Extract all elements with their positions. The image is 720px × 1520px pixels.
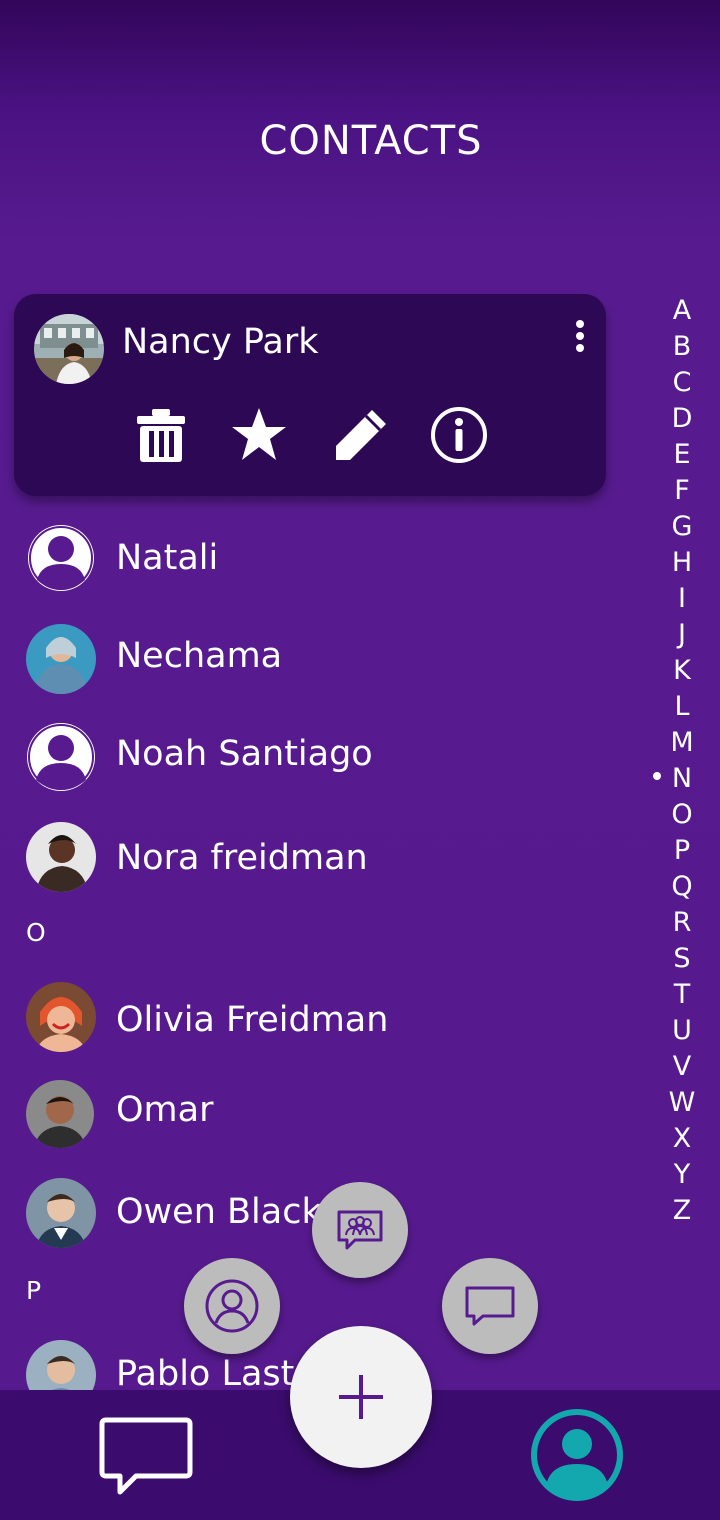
selected-contact-card[interactable]: Nancy Park bbox=[14, 294, 606, 496]
alphabet-letter[interactable]: Z bbox=[662, 1196, 702, 1232]
alphabet-letter[interactable]: C bbox=[662, 368, 702, 404]
pencil-icon[interactable] bbox=[332, 406, 390, 464]
avatar bbox=[26, 1178, 96, 1248]
alphabet-letter[interactable]: D bbox=[662, 404, 702, 440]
alphabet-letter[interactable]: Q bbox=[662, 872, 702, 908]
page-title: CONTACTS bbox=[259, 118, 483, 164]
plus-icon bbox=[339, 1375, 383, 1419]
avatar bbox=[26, 822, 96, 892]
contacts-icon[interactable] bbox=[528, 1406, 626, 1504]
alphabet-index[interactable]: A B C D E F G H I J K L M N O P Q R S T … bbox=[662, 296, 702, 1232]
alphabet-letter[interactable]: T bbox=[662, 980, 702, 1016]
alphabet-letter[interactable]: V bbox=[662, 1052, 702, 1088]
alphabet-letter[interactable]: B bbox=[662, 332, 702, 368]
default-avatar-icon bbox=[26, 722, 96, 792]
new-contact-button[interactable] bbox=[184, 1258, 280, 1354]
avatar bbox=[26, 624, 96, 694]
alphabet-letter[interactable]: F bbox=[662, 476, 702, 512]
alphabet-letter[interactable]: I bbox=[662, 584, 702, 620]
contact-name: Pablo Last bbox=[116, 1354, 295, 1390]
more-options-icon[interactable] bbox=[570, 318, 590, 356]
alphabet-letter[interactable]: M bbox=[662, 728, 702, 764]
alphabet-letter[interactable]: O bbox=[662, 800, 702, 836]
alphabet-letter[interactable]: E bbox=[662, 440, 702, 476]
group-chat-icon bbox=[337, 1210, 383, 1250]
contact-name: Omar bbox=[116, 1090, 214, 1130]
contact-row[interactable]: Nora freidman bbox=[0, 822, 640, 912]
messages-icon[interactable] bbox=[96, 1414, 196, 1498]
alphabet-letter[interactable]: N bbox=[662, 764, 702, 800]
trash-icon[interactable] bbox=[132, 406, 190, 464]
alphabet-letter[interactable]: S bbox=[662, 944, 702, 980]
alphabet-letter[interactable]: W bbox=[662, 1088, 702, 1124]
star-icon[interactable] bbox=[230, 406, 288, 464]
contact-row[interactable]: Natali bbox=[0, 524, 640, 614]
contact-icon bbox=[205, 1279, 259, 1333]
alphabet-letter[interactable]: R bbox=[662, 908, 702, 944]
section-header: P bbox=[26, 1276, 42, 1305]
current-letter-indicator bbox=[653, 772, 661, 780]
contact-name: Olivia Freidman bbox=[116, 1000, 389, 1040]
contact-row[interactable]: Olivia Freidman bbox=[0, 982, 640, 1072]
add-button[interactable] bbox=[290, 1326, 432, 1468]
alphabet-letter[interactable]: Y bbox=[662, 1160, 702, 1196]
avatar bbox=[26, 1080, 94, 1148]
alphabet-letter[interactable]: X bbox=[662, 1124, 702, 1160]
default-avatar-icon bbox=[27, 524, 95, 592]
group-chat-button[interactable] bbox=[312, 1182, 408, 1278]
info-icon[interactable] bbox=[430, 406, 488, 464]
contact-name: Nechama bbox=[116, 636, 283, 676]
alphabet-letter[interactable]: J bbox=[662, 620, 702, 656]
alphabet-letter[interactable]: P bbox=[662, 836, 702, 872]
alphabet-letter[interactable]: G bbox=[662, 512, 702, 548]
avatar bbox=[26, 982, 96, 1052]
alphabet-letter[interactable]: L bbox=[662, 692, 702, 728]
contact-row[interactable]: Nechama bbox=[0, 624, 640, 714]
alphabet-letter[interactable]: H bbox=[662, 548, 702, 584]
section-header: O bbox=[26, 918, 46, 947]
contact-name: Noah Santiago bbox=[116, 734, 373, 774]
contact-name: Owen Black bbox=[116, 1192, 322, 1232]
alphabet-letter[interactable]: A bbox=[662, 296, 702, 332]
contact-row[interactable]: Noah Santiago bbox=[0, 722, 640, 812]
avatar[interactable] bbox=[34, 314, 104, 384]
contact-name: Natali bbox=[116, 538, 219, 578]
message-icon bbox=[465, 1286, 515, 1326]
alphabet-letter[interactable]: K bbox=[662, 656, 702, 692]
avatar bbox=[26, 1340, 96, 1390]
new-message-button[interactable] bbox=[442, 1258, 538, 1354]
contact-row[interactable]: Omar bbox=[0, 1080, 640, 1170]
alphabet-letter[interactable]: U bbox=[662, 1016, 702, 1052]
contact-name: Nora freidman bbox=[116, 838, 368, 878]
selected-contact-name: Nancy Park bbox=[122, 322, 319, 362]
